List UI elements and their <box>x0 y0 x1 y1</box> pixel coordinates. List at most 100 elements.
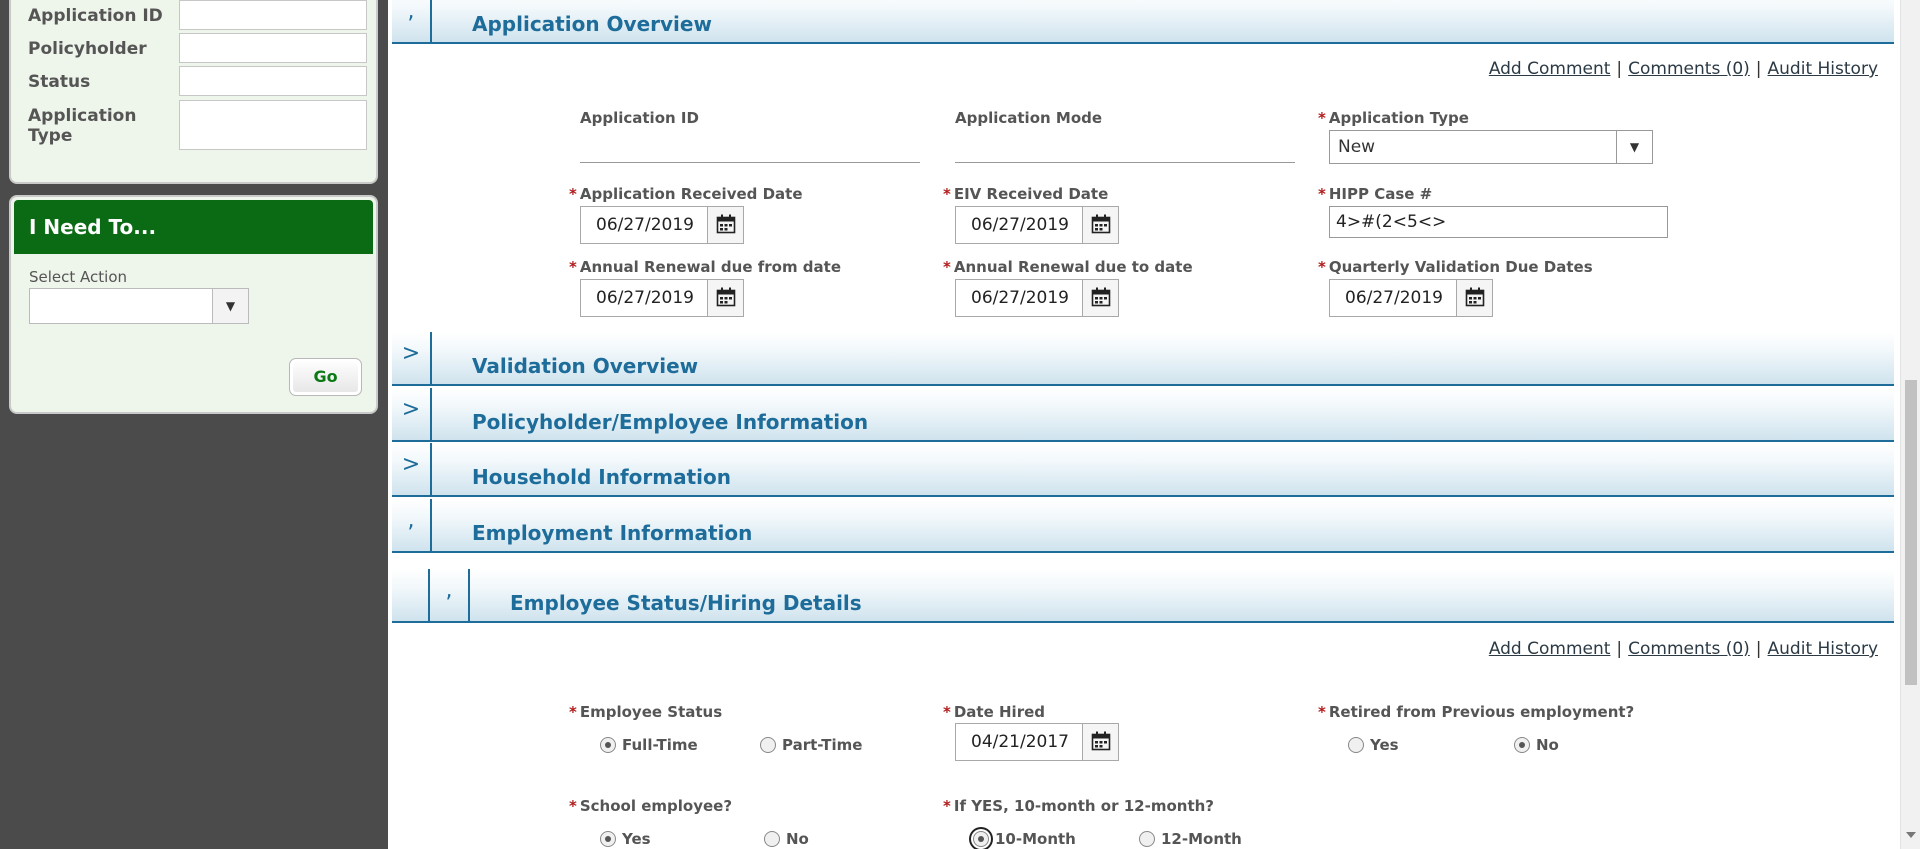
radio-selected-icon[interactable] <box>1514 737 1530 753</box>
required-marker: * <box>1318 258 1326 276</box>
radio-unselected-icon[interactable] <box>764 831 780 847</box>
school-no-label: No <box>786 830 809 848</box>
retired-no-label: No <box>1536 736 1559 754</box>
hipp-case-label-text: HIPP Case # <box>1328 185 1433 203</box>
comments-link[interactable]: Comments (0) <box>1628 59 1750 79</box>
school-no-radio[interactable]: No <box>764 830 809 848</box>
select-action-label: Select Action <box>29 268 128 286</box>
employee-status-label-text: Employee Status <box>579 703 723 721</box>
eiv-received-date-field[interactable]: 06/27/2019 <box>955 206 1119 244</box>
ten-month-radio[interactable]: 10-Month <box>973 830 1076 848</box>
link-separator: | <box>1755 59 1762 79</box>
chevron-down-icon[interactable]: ▼ <box>212 289 248 323</box>
retired-yes-radio[interactable]: Yes <box>1348 736 1399 754</box>
application-received-date-field[interactable]: 06/27/2019 <box>580 206 744 244</box>
annual-renewal-from-field[interactable]: 06/27/2019 <box>580 279 744 317</box>
link-separator: | <box>1616 59 1623 79</box>
calendar-icon[interactable] <box>1082 724 1118 760</box>
add-comment-link[interactable]: Add Comment <box>1489 639 1611 659</box>
date-hired-field[interactable]: 04/21/2017 <box>955 723 1119 761</box>
application-received-date-label: * Application Received Date <box>569 185 803 203</box>
scrollbar-thumb[interactable] <box>1905 380 1917 685</box>
audit-history-link[interactable]: Audit History <box>1768 59 1878 79</box>
annual-renewal-to-field[interactable]: 06/27/2019 <box>955 279 1119 317</box>
calendar-icon[interactable] <box>1456 280 1492 316</box>
radio-selected-icon[interactable] <box>600 831 616 847</box>
policyholder-employee-section[interactable]: > Policyholder/Employee Information <box>392 388 1894 442</box>
application-type-select[interactable]: New ▼ <box>1329 130 1653 164</box>
validation-overview-section[interactable]: > Validation Overview <box>392 332 1894 386</box>
audit-history-link[interactable]: Audit History <box>1768 639 1878 659</box>
search-panel: Application ID Policyholder Status Appli… <box>9 0 378 184</box>
employment-section[interactable]: , Employment Information <box>392 499 1894 553</box>
application-type-search-input[interactable] <box>179 100 367 150</box>
scroll-down-arrow-icon[interactable] <box>1906 832 1916 838</box>
required-marker: * <box>1318 109 1326 127</box>
radio-selected-icon[interactable] <box>600 737 616 753</box>
radio-selected-icon[interactable] <box>973 831 989 847</box>
eiv-received-date-value: 06/27/2019 <box>971 215 1069 235</box>
employee-status-label: * Employee Status <box>569 703 722 721</box>
month-type-label: * If YES, 10-month or 12-month? <box>943 797 1214 815</box>
policyholder-search-input[interactable] <box>179 33 367 63</box>
retired-no-radio[interactable]: No <box>1514 736 1559 754</box>
radio-unselected-icon[interactable] <box>760 737 776 753</box>
hipp-case-label: * HIPP Case # <box>1318 185 1432 203</box>
required-marker: * <box>569 797 577 815</box>
part-time-radio[interactable]: Part-Time <box>760 736 862 754</box>
expand-toggle-icon[interactable]: > <box>392 388 432 440</box>
part-time-label: Part-Time <box>782 736 863 754</box>
comment-links: Add Comment | Comments (0) | Audit History <box>1489 59 1878 79</box>
application-received-date-label-text: Application Received Date <box>579 185 803 203</box>
collapse-toggle-icon[interactable]: , <box>430 569 470 621</box>
status-label: Status <box>28 72 91 92</box>
select-action-dropdown[interactable]: ▼ <box>29 288 249 324</box>
quarterly-validation-label-text: Quarterly Validation Due Dates <box>1328 258 1593 276</box>
expand-toggle-icon[interactable]: > <box>392 443 432 495</box>
comment-links: Add Comment | Comments (0) | Audit History <box>1489 639 1878 659</box>
application-type-label: * Application Type <box>1318 109 1469 127</box>
annual-renewal-from-label: * Annual Renewal due from date <box>569 258 841 276</box>
application-type-value: New <box>1338 137 1376 157</box>
quarterly-validation-value: 06/27/2019 <box>1345 288 1443 308</box>
eiv-received-date-label: * EIV Received Date <box>943 185 1108 203</box>
chevron-down-icon[interactable]: ▼ <box>1616 131 1652 163</box>
i-need-to-panel: I Need To... Select Action ▼ Go <box>9 195 378 414</box>
employee-status-section[interactable]: , Employee Status/Hiring Details <box>392 569 1894 623</box>
go-button[interactable]: Go <box>289 358 362 396</box>
hipp-case-input[interactable]: 4>#(2<5<> <box>1329 206 1668 238</box>
main-content: , Application Overview Add Comment | Comme… <box>388 0 1900 849</box>
collapse-toggle-icon[interactable]: , <box>392 499 432 551</box>
retired-label: * Retired from Previous employment? <box>1318 703 1634 721</box>
policyholder-label: Policyholder <box>28 39 147 59</box>
add-comment-link[interactable]: Add Comment <box>1489 59 1611 79</box>
i-need-to-header: I Need To... <box>14 200 373 254</box>
school-yes-radio[interactable]: Yes <box>600 830 651 848</box>
full-time-radio[interactable]: Full-Time <box>600 736 698 754</box>
vertical-scrollbar[interactable] <box>1900 0 1920 849</box>
calendar-icon[interactable] <box>707 207 743 243</box>
radio-unselected-icon[interactable] <box>1348 737 1364 753</box>
school-employee-label-text: School employee? <box>579 797 733 815</box>
annual-renewal-from-value: 06/27/2019 <box>596 288 694 308</box>
link-separator: | <box>1755 639 1762 659</box>
date-hired-label-text: Date Hired <box>953 703 1046 721</box>
calendar-icon[interactable] <box>1082 207 1118 243</box>
application-overview-section[interactable]: , Application Overview <box>392 0 1894 44</box>
quarterly-validation-field[interactable]: 06/27/2019 <box>1329 279 1493 317</box>
comments-link[interactable]: Comments (0) <box>1628 639 1750 659</box>
link-separator: | <box>1616 639 1623 659</box>
calendar-icon[interactable] <box>1082 280 1118 316</box>
radio-unselected-icon[interactable] <box>1139 831 1155 847</box>
status-search-input[interactable] <box>179 66 367 96</box>
application-id-search-input[interactable] <box>179 0 367 30</box>
calendar-icon[interactable] <box>707 280 743 316</box>
retired-yes-label: Yes <box>1370 736 1399 754</box>
household-section[interactable]: > Household Information <box>392 443 1894 497</box>
twelve-month-radio[interactable]: 12-Month <box>1139 830 1242 848</box>
collapse-toggle-icon[interactable]: , <box>392 0 432 42</box>
application-overview-title: Application Overview <box>472 12 712 36</box>
expand-toggle-icon[interactable]: > <box>392 332 432 384</box>
school-yes-label: Yes <box>622 830 651 848</box>
date-hired-label: * Date Hired <box>943 703 1045 721</box>
